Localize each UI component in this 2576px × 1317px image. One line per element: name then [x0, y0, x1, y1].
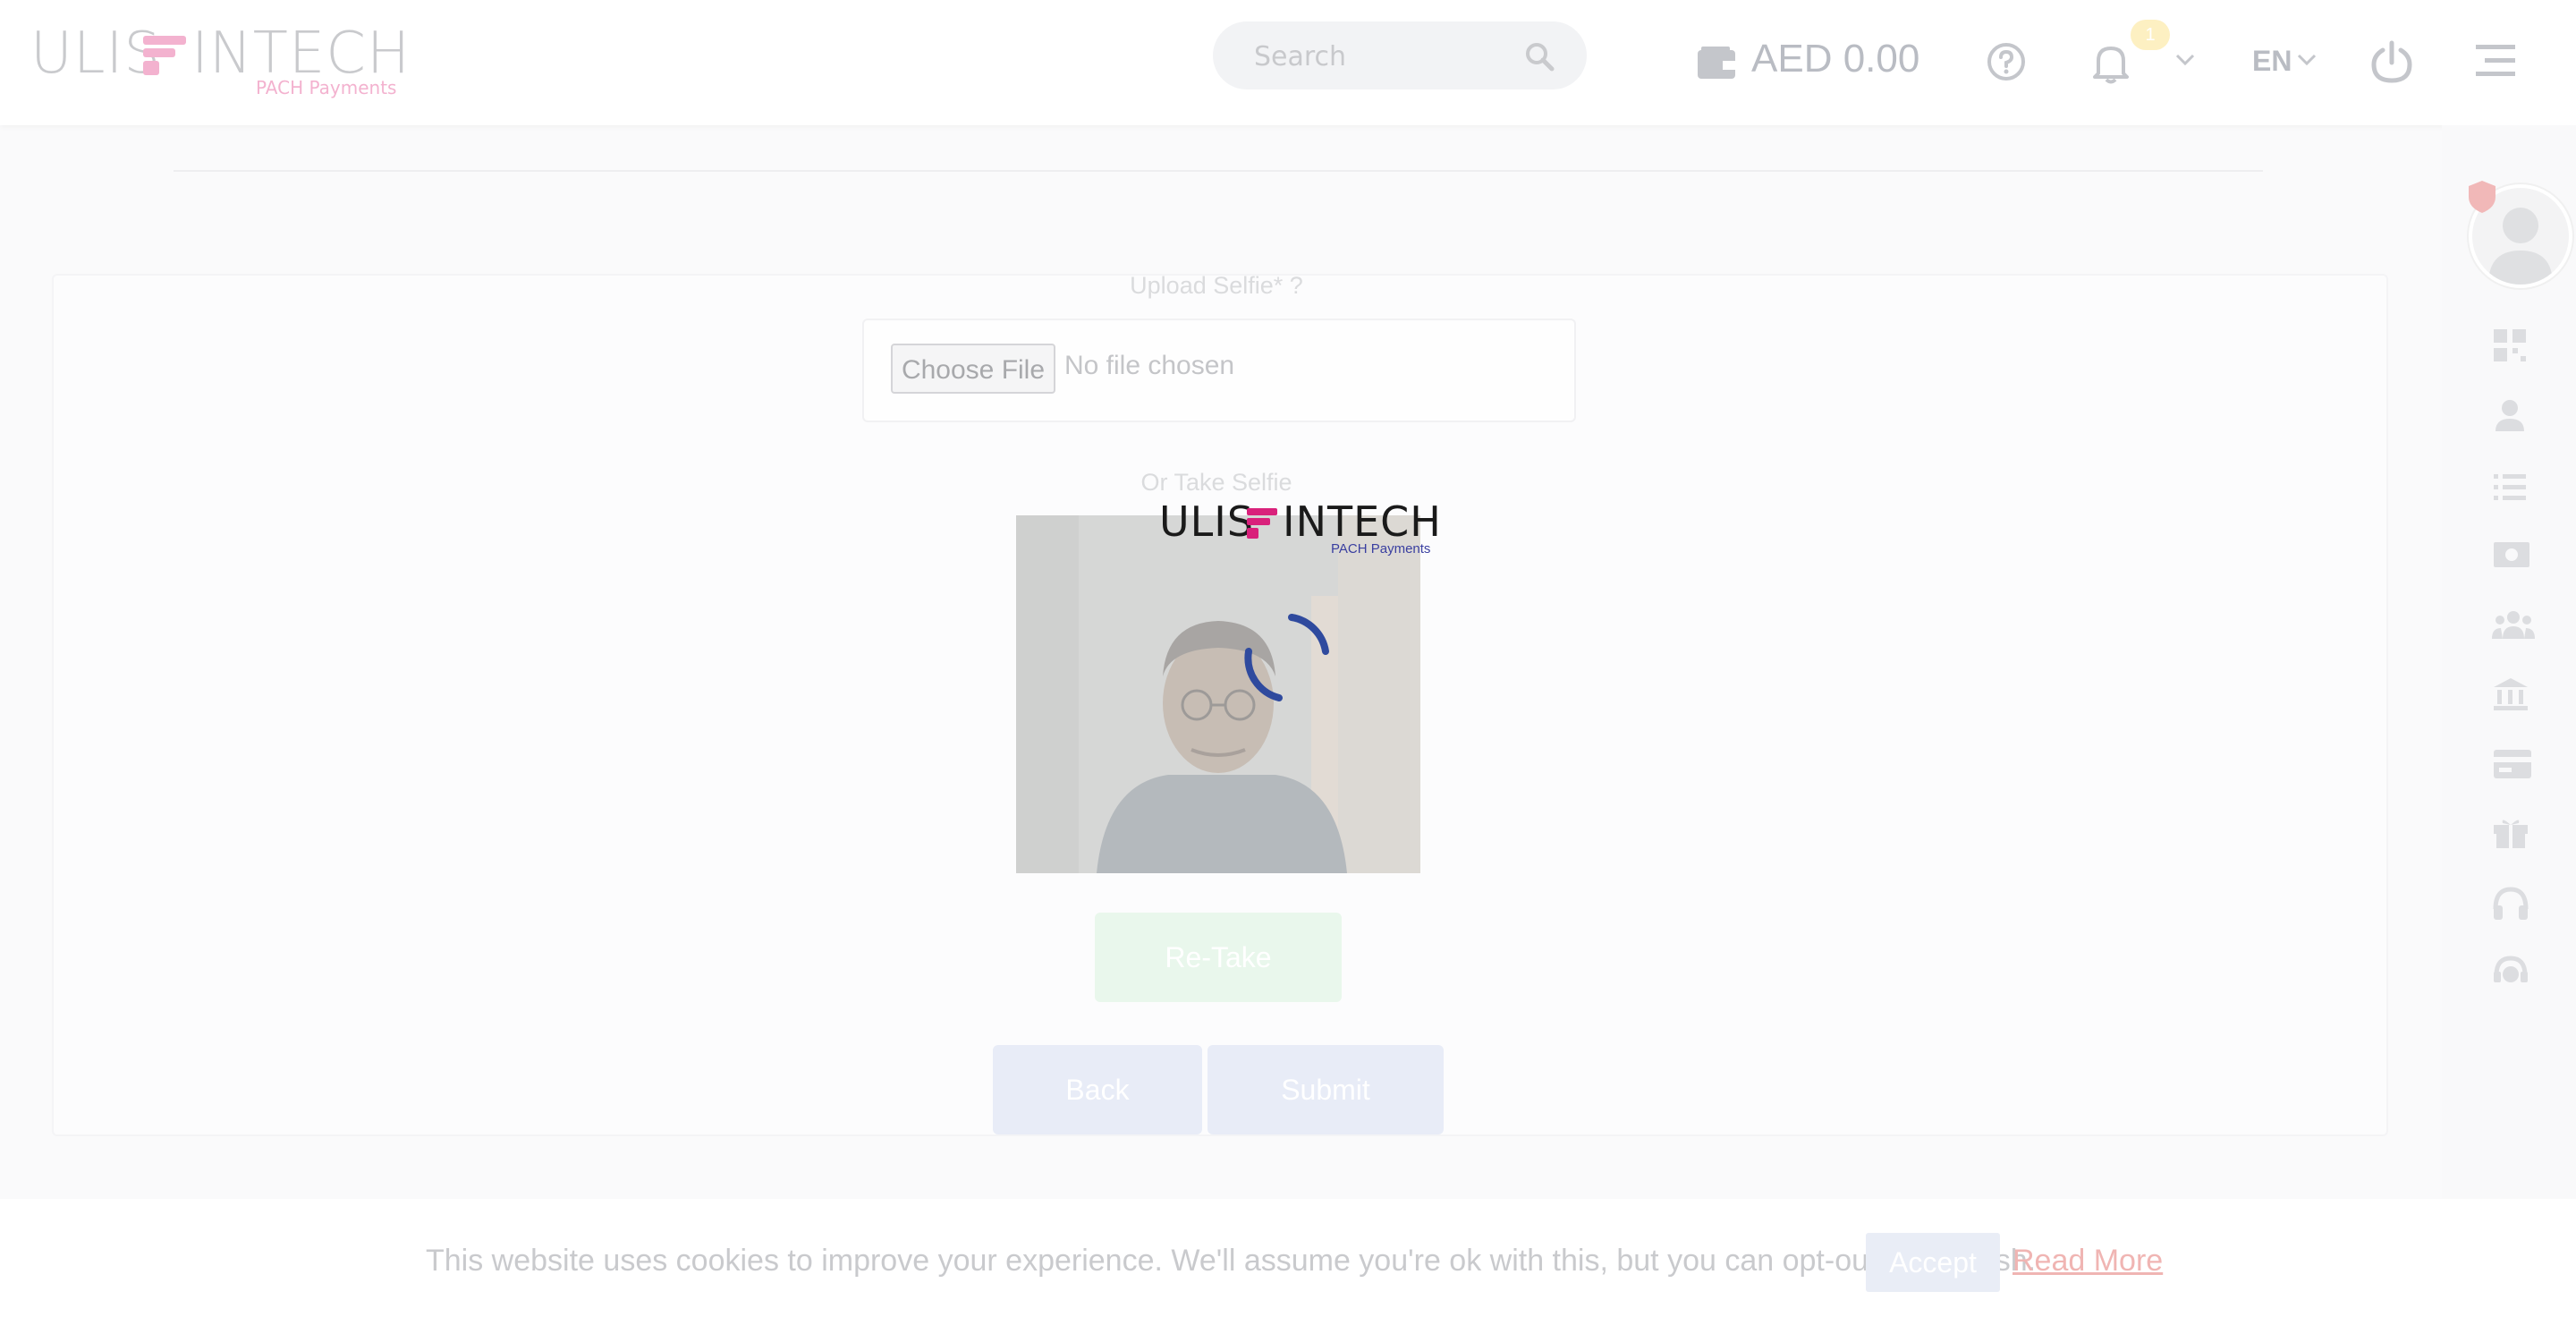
no-file-text: No file chosen	[1064, 351, 1235, 380]
take-selfie-label: Or Take Selfie	[1140, 469, 1292, 496]
upload-selfie-label: Upload Selfie* ?	[1130, 272, 1303, 299]
card-icon[interactable]	[2492, 748, 2533, 780]
top-divider	[174, 170, 2263, 172]
chevron-down-icon[interactable]	[2175, 54, 2195, 66]
selfie-preview	[1016, 515, 1420, 873]
search-input[interactable]	[1252, 34, 1506, 79]
accept-cookies-button[interactable]: Accept	[1866, 1233, 2000, 1292]
shield-icon	[2469, 181, 2496, 213]
loader-logo-subtitle: PACH Payments	[1331, 541, 1431, 557]
chevron-down-icon[interactable]	[2297, 54, 2317, 66]
money-icon[interactable]	[2492, 539, 2531, 571]
notification-badge: 1	[2131, 20, 2170, 50]
retake-button[interactable]: Re-Take	[1095, 913, 1342, 1002]
logo-text-left: ULIS	[30, 21, 161, 87]
back-button[interactable]: Back	[993, 1045, 1202, 1134]
power-icon[interactable]	[2370, 39, 2413, 84]
logo-subtitle: PACH Payments	[256, 77, 397, 98]
submit-button[interactable]: Submit	[1208, 1045, 1444, 1134]
loading-spinner	[1244, 614, 1329, 701]
support-agent-icon[interactable]	[2492, 954, 2529, 991]
loader-logo-right: INTECH	[1283, 497, 1442, 546]
help-icon[interactable]	[1986, 41, 2027, 82]
search-icon[interactable]	[1524, 41, 1555, 72]
bank-icon[interactable]	[2492, 676, 2529, 712]
user-icon[interactable]	[2492, 397, 2528, 433]
logo-text-right: INTECH	[191, 21, 411, 87]
dashboard-icon[interactable]	[2492, 327, 2528, 363]
language-selector[interactable]: EN	[2252, 47, 2292, 75]
menu-icon[interactable]	[2476, 43, 2515, 79]
headphones-icon[interactable]	[2492, 886, 2529, 922]
read-more-link[interactable]: Read More	[2012, 1245, 2163, 1276]
gift-icon[interactable]	[2492, 814, 2529, 850]
wallet-icon	[1698, 47, 1735, 79]
choose-file-button[interactable]: Choose File	[891, 344, 1055, 394]
bell-icon[interactable]	[2091, 41, 2131, 84]
group-icon[interactable]	[2492, 608, 2535, 641]
list-icon[interactable]	[2492, 469, 2528, 505]
wallet-balance: AED 0.00	[1751, 37, 1920, 81]
selfie-photo	[1016, 515, 1420, 873]
cookie-message: This website uses cookies to improve you…	[426, 1244, 2037, 1278]
loader-logo-left: ULIS	[1159, 497, 1255, 546]
